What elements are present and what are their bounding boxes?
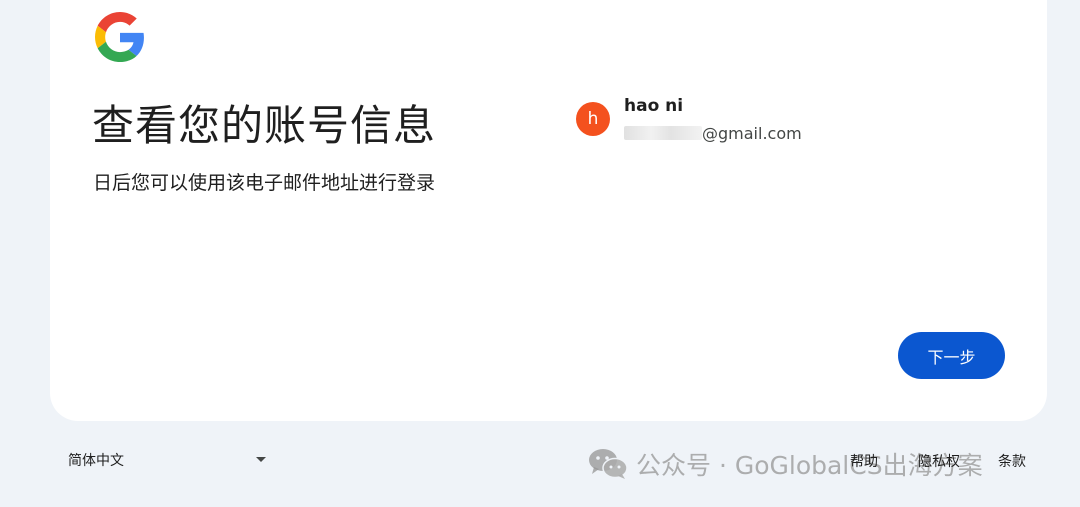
email-suffix: @gmail.com <box>702 124 802 143</box>
language-select[interactable]: 简体中文 <box>68 450 268 470</box>
account-email: @gmail.com <box>624 124 802 143</box>
caret-down-icon <box>256 457 266 462</box>
email-redaction <box>624 126 702 140</box>
page-title: 查看您的账号信息 <box>92 101 437 150</box>
wechat-icon <box>589 449 628 479</box>
google-logo-icon <box>95 12 144 62</box>
help-link[interactable]: 帮助 <box>850 451 878 471</box>
page-subtitle: 日后您可以使用该电子邮件地址进行登录 <box>93 172 436 194</box>
privacy-link[interactable]: 隐私权 <box>918 451 960 471</box>
avatar: h <box>576 102 610 136</box>
terms-link[interactable]: 条款 <box>998 451 1026 471</box>
next-button[interactable]: 下一步 <box>898 332 1005 379</box>
language-label: 简体中文 <box>68 453 124 469</box>
account-name: hao ni <box>624 96 684 116</box>
